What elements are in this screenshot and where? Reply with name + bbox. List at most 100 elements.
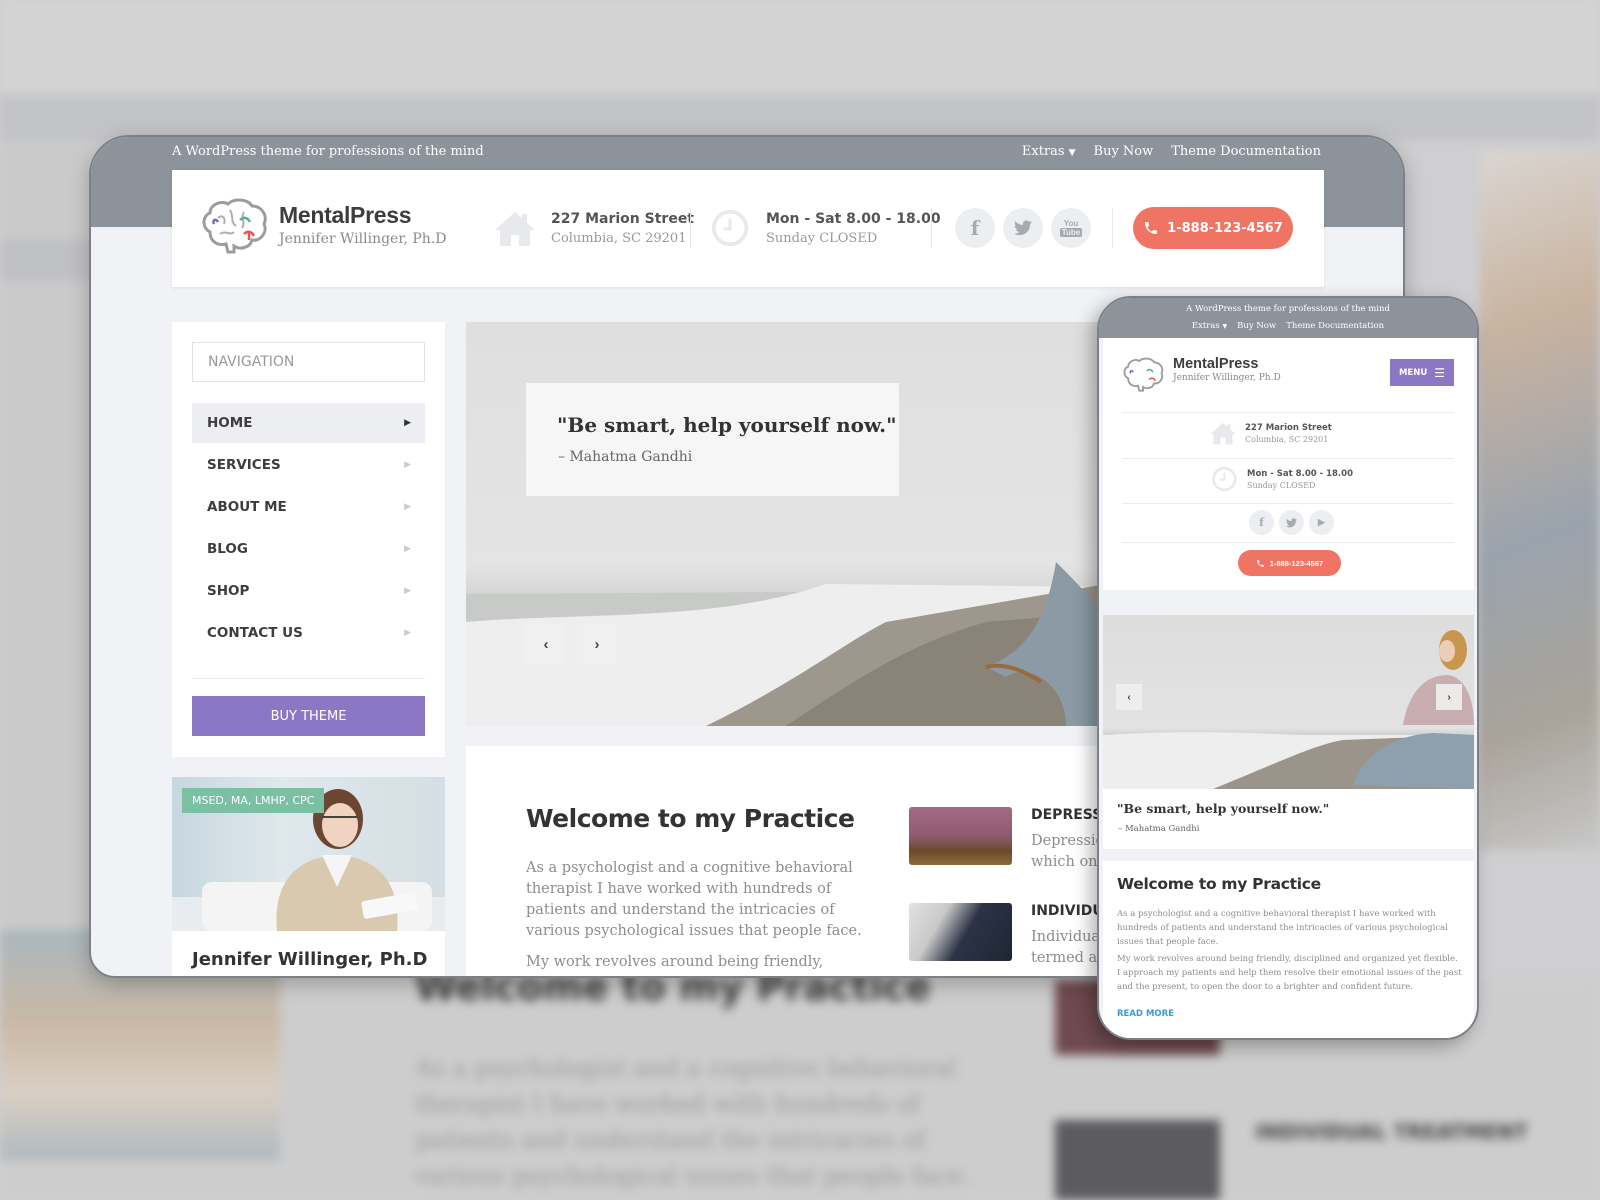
youtube-tube: Tube — [1059, 228, 1083, 237]
background-service-title: INDIVIDUAL TREATMENT — [1255, 1120, 1528, 1144]
background-thumb — [1055, 1120, 1220, 1200]
beach-woman-image — [1103, 630, 1474, 789]
facebook-icon[interactable]: f — [955, 208, 995, 248]
quote-author: – Mahatma Gandhi — [558, 449, 693, 465]
background-header — [0, 0, 1600, 95]
menu-item-about-me[interactable]: ABOUT ME ▶ — [192, 487, 425, 527]
service-depression[interactable]: DEPRESSION Depression which one — [909, 807, 1131, 870]
buy-now-link[interactable]: Buy Now — [1237, 321, 1276, 331]
service-thumbnail — [909, 807, 1012, 865]
caret-right-icon: ▶ — [404, 544, 411, 554]
menu-item-services[interactable]: SERVICES ▶ — [192, 445, 425, 485]
caret-right-icon: ▶ — [404, 628, 411, 638]
divider — [1122, 412, 1454, 413]
address-city: Columbia, SC 29201 — [1245, 434, 1329, 444]
caret-right-icon: ▶ — [404, 418, 411, 428]
brand-name[interactable]: MentalPress — [1173, 356, 1281, 372]
clock-icon — [1212, 466, 1237, 492]
chevron-left-icon: ‹ — [543, 635, 549, 653]
read-more-link[interactable]: READ MORE — [1117, 1009, 1174, 1019]
service-desc-line: which one — [1031, 854, 1107, 870]
chevron-left-icon: ‹ — [1127, 691, 1131, 703]
brand-subtitle: Jennifer Willinger, Ph.D — [1173, 373, 1281, 383]
tablet-welcome-section: Welcome to my Practice As a psychologist… — [1103, 861, 1474, 1038]
tablet-address-block: 227 Marion Street Columbia, SC 29201 — [1209, 420, 1332, 446]
extras-link[interactable]: Extras ▼ — [1022, 144, 1076, 159]
site-header: MentalPress Jennifer Willinger, Ph.D 227… — [172, 170, 1324, 287]
address-street: 227 Marion Street — [551, 210, 695, 227]
phone-number: 1-888-123-4567 — [1269, 558, 1324, 568]
menu-label: BLOG — [207, 541, 248, 557]
divider — [1112, 208, 1113, 248]
divider — [690, 208, 691, 248]
divider — [1122, 542, 1454, 543]
background-nav-bar — [0, 240, 90, 280]
home-icon — [495, 212, 535, 246]
brain-logo-icon[interactable] — [1122, 356, 1164, 392]
background-woman-image — [1480, 150, 1600, 850]
theme-docs-link[interactable]: Theme Documentation — [1286, 321, 1384, 331]
youtube-icon[interactable]: ▶ — [1309, 510, 1334, 535]
address-block: 227 Marion Street Columbia, SC 29201 — [493, 208, 694, 248]
quote-box: "Be smart, help yourself now." – Mahatma… — [526, 383, 899, 496]
youtube-you: You — [1063, 219, 1079, 228]
main-menu: HOME ▶ SERVICES ▶ ABOUT ME ▶ BLOG ▶ SHOP ▶ CO… — [192, 403, 425, 655]
phone-number: 1-888-123-4567 — [1167, 220, 1283, 236]
buy-theme-button[interactable]: BUY THEME — [192, 696, 425, 736]
tablet-mockup: A WordPress theme for professions of the… — [1097, 296, 1479, 1040]
background-band — [0, 95, 1600, 140]
profile-photo: MSED, MA, LMHP, CPC — [172, 777, 445, 931]
brand: MentalPress Jennifer Willinger, Ph.D — [279, 202, 447, 247]
slider-prev-button[interactable]: ‹ — [1116, 684, 1142, 710]
menu-item-home[interactable]: HOME ▶ — [192, 403, 425, 443]
slider-prev-button[interactable]: ‹ — [526, 624, 566, 664]
chevron-right-icon: › — [1447, 691, 1451, 703]
youtube-icon[interactable]: You Tube — [1051, 208, 1091, 248]
phone-button[interactable]: 1-888-123-4567 — [1133, 207, 1293, 249]
slider-next-button[interactable]: › — [1436, 684, 1462, 710]
twitter-icon[interactable] — [1003, 208, 1043, 248]
tablet-hero-slider: ‹ › — [1103, 615, 1474, 789]
theme-docs-link[interactable]: Theme Documentation — [1171, 144, 1321, 159]
facebook-icon[interactable]: f — [1249, 510, 1274, 535]
menu-label: HOME — [207, 415, 253, 431]
service-thumbnail — [909, 903, 1012, 961]
menu-item-blog[interactable]: BLOG ▶ — [192, 529, 425, 569]
clock-icon — [711, 209, 749, 247]
service-desc-line: termed as — [1031, 950, 1105, 966]
caret-down-icon: ▼ — [1068, 148, 1076, 158]
navigation-select[interactable]: NAVIGATION — [192, 342, 425, 382]
twitter-icon[interactable] — [1279, 510, 1304, 535]
tablet-tagline: A WordPress theme for professions of the… — [1186, 304, 1390, 314]
caret-right-icon: ▶ — [404, 460, 411, 470]
menu-label: SHOP — [207, 583, 250, 599]
menu-item-shop[interactable]: SHOP ▶ — [192, 571, 425, 611]
brain-logo-icon[interactable] — [200, 196, 268, 254]
extras-label: Extras — [1021, 144, 1065, 159]
address-street: 227 Marion Street — [1245, 422, 1332, 433]
quote-author: – Mahatma Gandhi — [1118, 824, 1200, 834]
profile-name: Jennifer Willinger, Ph.D — [192, 949, 428, 970]
welcome-paragraph: As a psychologist and a cognitive behavi… — [526, 860, 862, 939]
menu-button[interactable]: MENU ☰ — [1390, 359, 1454, 386]
buy-now-link[interactable]: Buy Now — [1094, 144, 1154, 159]
divider — [1122, 503, 1454, 504]
tablet-top-bar: A WordPress theme for professions of the… — [1099, 298, 1477, 338]
service-description: Individual termed as — [1031, 927, 1105, 969]
divider — [192, 678, 425, 679]
slider-next-button[interactable]: › — [577, 624, 617, 664]
background-left-strip — [0, 140, 90, 995]
site-tagline: A WordPress theme for professions of the… — [172, 144, 484, 159]
caret-right-icon: ▶ — [404, 502, 411, 512]
welcome-paragraph: My work revolves around being friendly, … — [1117, 954, 1462, 992]
tablet-social-links: f ▶ — [1249, 510, 1334, 535]
phone-button[interactable]: 1-888-123-4567 — [1238, 550, 1341, 576]
home-icon — [1210, 422, 1236, 445]
service-individual[interactable]: INDIVIDUAL Individual termed as — [909, 903, 1123, 966]
tablet-brand: MentalPress Jennifer Willinger, Ph.D — [1173, 356, 1281, 383]
brand-name[interactable]: MentalPress — [279, 202, 447, 229]
phone-icon — [1145, 222, 1158, 234]
welcome-section: Welcome to my Practice As a psychologist… — [466, 746, 1131, 976]
extras-link[interactable]: Extras ▼ — [1192, 321, 1227, 331]
menu-item-contact-us[interactable]: CONTACT US ▶ — [192, 613, 425, 653]
